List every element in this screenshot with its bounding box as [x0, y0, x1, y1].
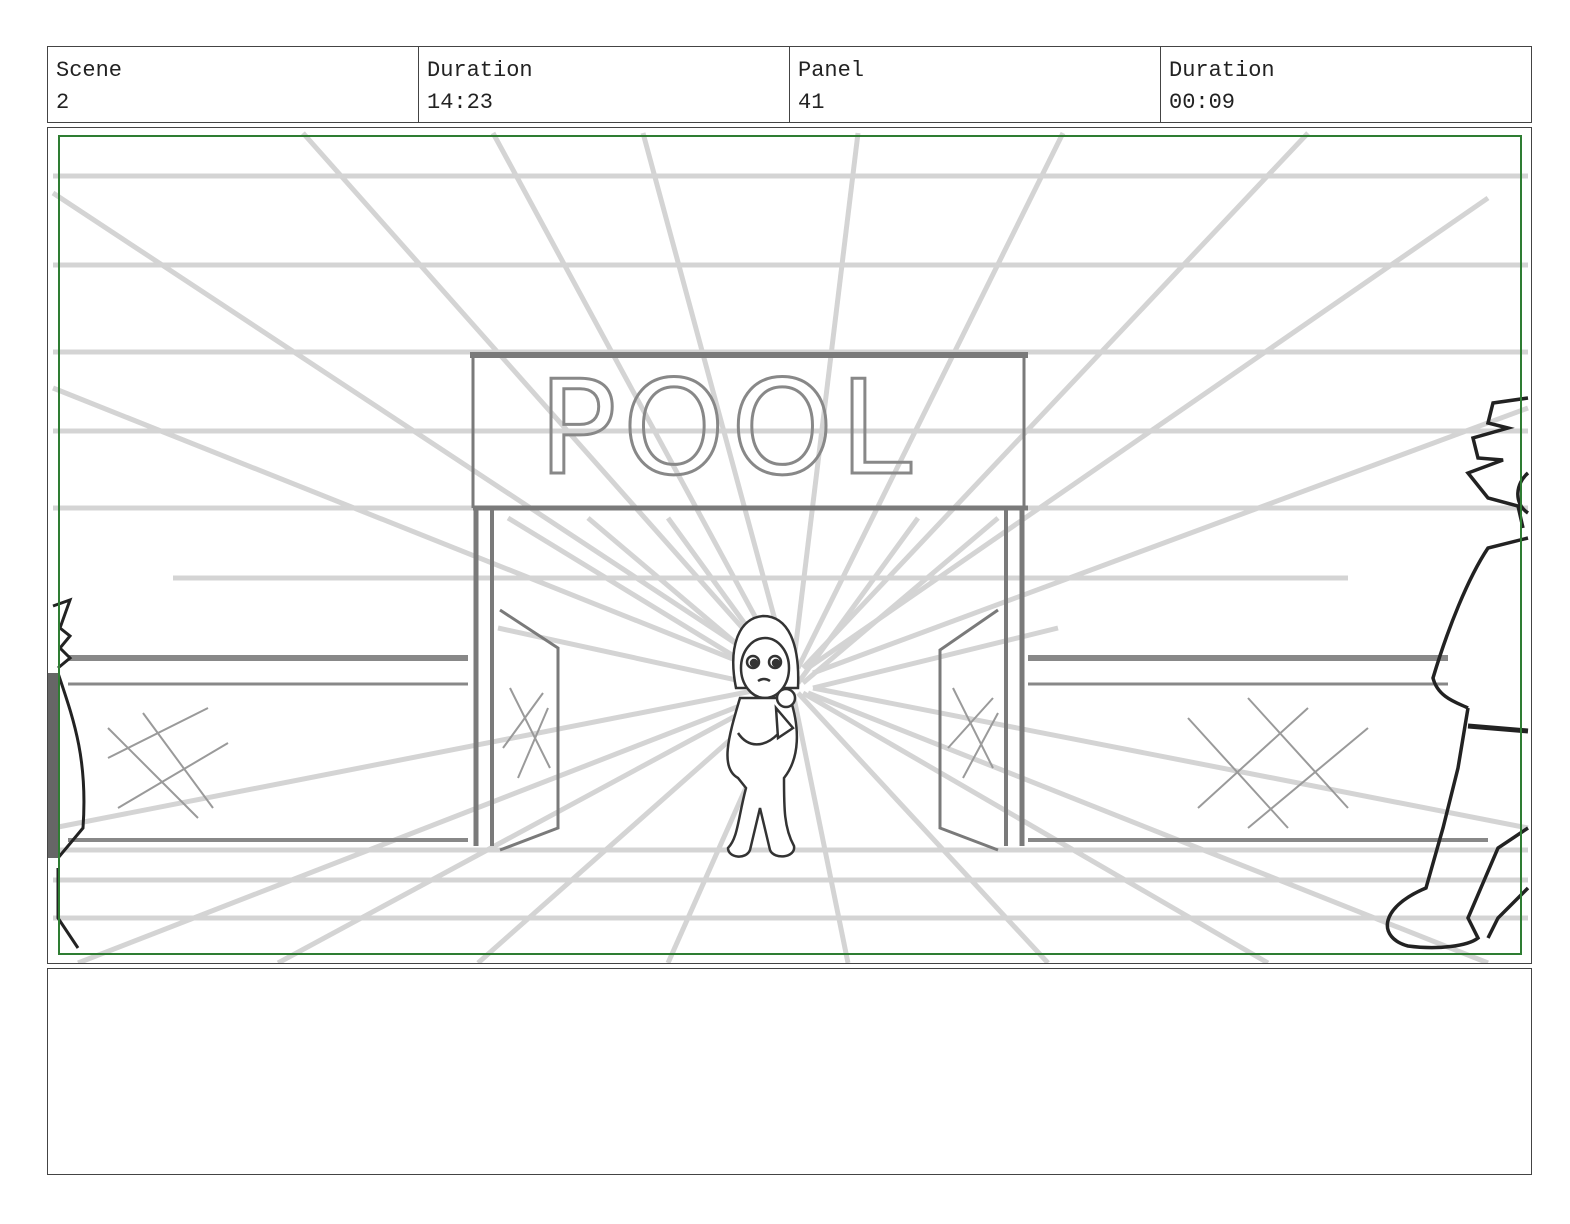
scene-label: Scene — [56, 58, 123, 83]
pool-sign: POOL — [538, 352, 917, 504]
panel-duration-cell: Duration 00:09 — [1161, 47, 1531, 122]
panel-notes — [47, 968, 1532, 1175]
panel-cell: Panel 41 — [790, 47, 1161, 122]
scene-duration-cell: Duration 14:23 — [419, 47, 790, 122]
scene-cell: Scene 2 — [48, 47, 419, 122]
child-character — [726, 614, 800, 858]
panel-drawing: POOL — [48, 131, 1530, 963]
scene-duration-value: 14:23 — [427, 90, 494, 115]
left-edge-character — [48, 597, 86, 949]
panel-duration-value: 00:09 — [1169, 90, 1236, 115]
panel-duration-label: Duration — [1169, 58, 1275, 83]
scene-value: 2 — [56, 90, 70, 115]
panel-value: 41 — [798, 90, 825, 115]
panel-label: Panel — [798, 58, 865, 83]
right-edge-character — [1385, 396, 1530, 950]
panel-header: Scene 2 Duration 14:23 Panel 41 Duration… — [47, 46, 1532, 123]
scene-duration-label: Duration — [427, 58, 533, 83]
storyboard-panel-image: POOL — [47, 127, 1532, 964]
safe-area-frame — [58, 135, 1522, 955]
